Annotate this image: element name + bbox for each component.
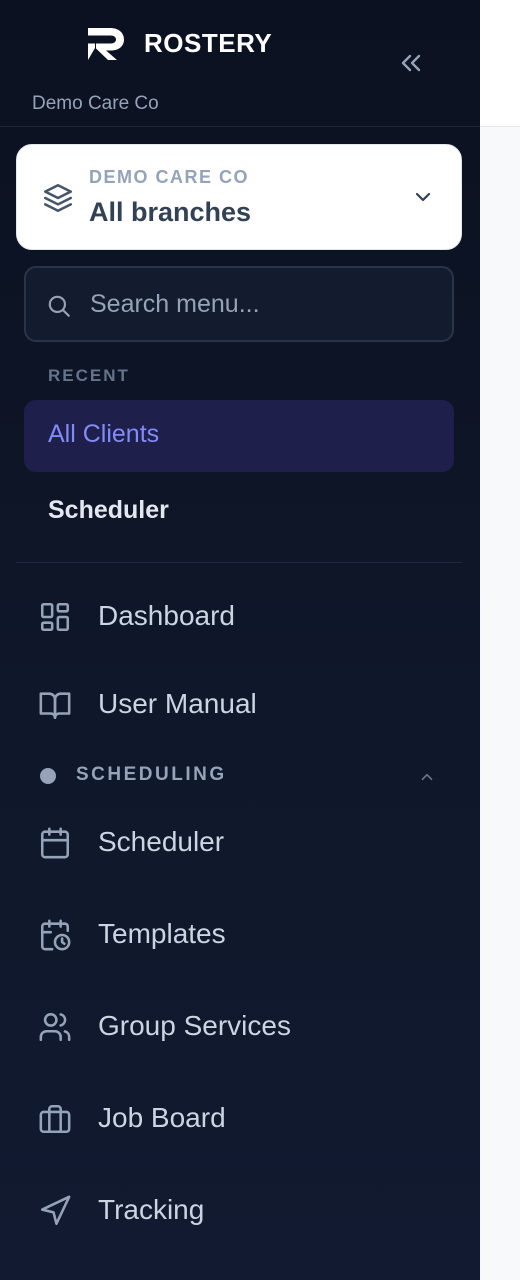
recent-section-label: RECENT <box>48 366 130 385</box>
rostery-logo-icon <box>88 28 124 60</box>
recent-item-all-clients[interactable]: All Clients <box>24 400 454 472</box>
branch-selector[interactable]: DEMO CARE CO All branches <box>16 144 462 250</box>
chevrons-left-icon <box>401 54 421 72</box>
brand-name: ROSTERY <box>144 28 273 58</box>
group-label: SCHEDULING <box>76 764 227 785</box>
calendar-icon <box>40 827 70 859</box>
sidebar: ROSTERY Demo Care Co DEMO CARE CO All br… <box>0 0 480 1280</box>
nav-item-label: Dashboard <box>98 600 235 631</box>
collapse-sidebar-button[interactable] <box>392 46 430 80</box>
nav-item-user-manual[interactable]: User Manual <box>24 668 454 740</box>
nav-item-label: Templates <box>98 918 226 949</box>
dashboard-icon <box>40 602 70 632</box>
nav-item-label: Group Services <box>98 1010 291 1041</box>
chevron-down-icon <box>415 192 431 202</box>
navigation-icon <box>40 1195 71 1226</box>
divider <box>16 562 462 563</box>
nav-item-job-board[interactable]: Job Board <box>24 1082 454 1154</box>
calendar-clock-icon <box>40 919 71 951</box>
brand-header: ROSTERY Demo Care Co <box>0 0 480 127</box>
users-icon <box>39 1012 71 1042</box>
nav-item-label: Job Board <box>98 1102 226 1133</box>
briefcase-icon <box>39 1104 71 1134</box>
nav-item-templates[interactable]: Templates <box>24 898 454 970</box>
nav-item-label: Scheduler <box>98 826 225 857</box>
nav-item-label: Tracking <box>98 1194 205 1225</box>
group-dot-icon <box>40 768 56 784</box>
branch-org-label: DEMO CARE CO <box>89 167 250 187</box>
book-icon <box>39 692 71 720</box>
layers-icon <box>43 183 73 213</box>
nav-item-label: User Manual <box>98 688 257 719</box>
recent-item-scheduler[interactable]: Scheduler <box>24 476 454 548</box>
search-input[interactable] <box>90 286 430 322</box>
nav-item-scheduler[interactable]: Scheduler <box>24 806 454 878</box>
nav-item-dashboard[interactable]: Dashboard <box>24 580 454 652</box>
recent-item-label: All Clients <box>48 420 160 448</box>
content-header <box>480 0 520 127</box>
nav-item-tracking[interactable]: Tracking <box>24 1174 454 1246</box>
nav-item-group-services[interactable]: Group Services <box>24 990 454 1062</box>
search-box <box>24 266 454 342</box>
chevron-up-icon <box>421 773 433 781</box>
org-subtitle: Demo Care Co <box>32 93 159 114</box>
recent-item-label: Scheduler <box>48 496 169 524</box>
branch-name: All branches <box>89 197 252 227</box>
search-icon <box>48 295 70 317</box>
scheduling-group-header[interactable]: SCHEDULING <box>24 756 454 796</box>
